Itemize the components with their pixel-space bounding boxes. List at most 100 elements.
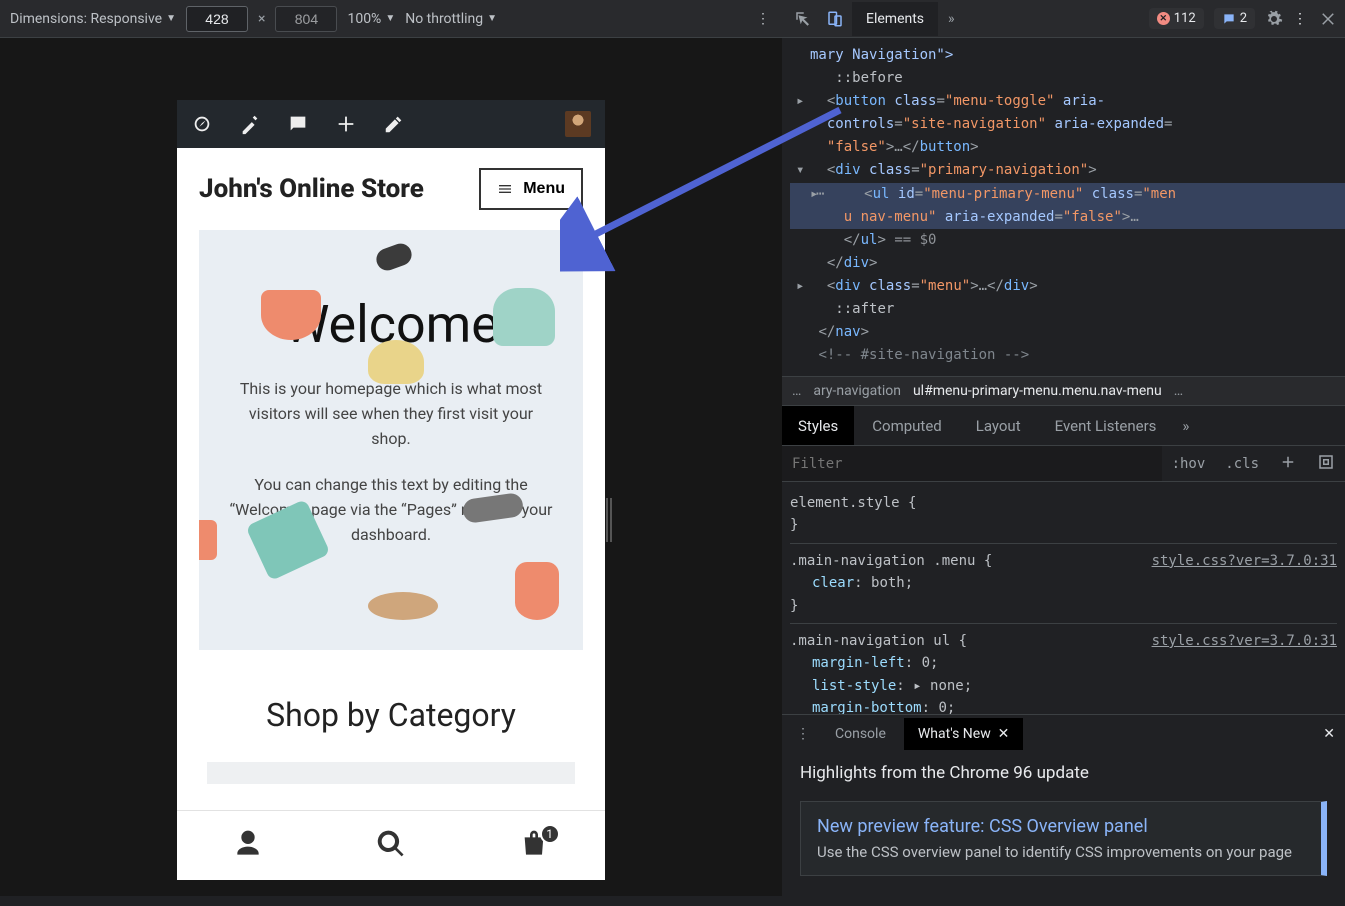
elements-tree[interactable]: mary Navigation"> ::before ▸ <button cla… [782,38,1345,376]
more-tabs-icon[interactable]: » [940,11,963,27]
toggle-device-button[interactable] [820,10,850,28]
tab-elements[interactable]: Elements [852,2,938,36]
css-val[interactable]: none [930,678,964,694]
decor-shirt2-icon [199,520,217,560]
chevron-down-icon: ▼ [166,13,176,24]
rule-source-link[interactable]: style.css?ver=3.7.0:31 [1152,550,1337,572]
mobile-bottom-nav: 1 [177,810,605,880]
dashboard-icon[interactable] [191,113,213,135]
menu-toggle-button[interactable]: Menu [479,168,583,210]
category-placeholder [207,762,575,784]
code-text: ::before [835,70,902,86]
tab-computed[interactable]: Computed [856,417,958,435]
width-input[interactable] [186,6,248,32]
edit-icon[interactable] [383,113,405,135]
breadcrumb-dots: … [792,383,801,399]
tab-whats-new[interactable]: What's New ✕ [904,718,1024,750]
breadcrumb-dots: … [1174,383,1183,399]
styles-pane[interactable]: element.style { } style.css?ver=3.7.0:31… [782,482,1345,714]
more-tabs-icon[interactable]: » [1174,417,1197,435]
issues-badge[interactable]: 2 [1214,8,1255,29]
account-button[interactable] [232,828,264,864]
site-header: John's Online Store Menu [177,148,605,230]
throttling-label: No throttling [405,11,483,27]
decor-sunglasses-icon [373,241,414,274]
dom-breadcrumb[interactable]: … ary-navigation ul#menu-primary-menu.me… [782,376,1345,406]
css-val[interactable]: 0 [938,700,946,714]
chevron-down-icon: ▼ [487,13,497,24]
throttling-dropdown[interactable]: No throttling ▼ [405,11,497,27]
drawer-menu[interactable]: ⋮ [790,726,817,742]
devtools-panel: Elements » ✕ 112 2 ⋮ mary Navigation"> :… [782,0,1345,906]
decor-cap-icon [368,340,424,384]
tab-console[interactable]: Console [821,718,900,750]
code-text: mary Navigation"> [810,47,953,63]
customize-icon[interactable] [239,113,261,135]
css-prop[interactable]: clear [812,575,854,591]
feature-title-link[interactable]: New preview feature: CSS Overview panel [817,816,1305,837]
dimensions-dropdown[interactable]: Dimensions: Responsive ▼ [10,11,176,27]
whatsnew-headline: Highlights from the Chrome 96 update [800,763,1327,783]
error-dot-icon: ✕ [1157,12,1170,25]
css-val[interactable]: 0 [922,655,930,671]
breadcrumb-seg[interactable]: ary-navigation [813,383,901,399]
zoom-dropdown[interactable]: 100% ▼ [347,11,395,27]
rule-source-link[interactable]: style.css?ver=3.7.0:31 [1152,630,1337,652]
hov-toggle[interactable]: :hov [1162,456,1216,472]
device-icon [826,10,844,28]
drawer-close-button[interactable]: ✕ [1323,726,1345,742]
brace-close: } [790,595,1337,617]
box-icon [1317,453,1335,471]
new-style-rule-button[interactable] [1269,453,1307,475]
box-model-toggle[interactable] [1307,453,1345,475]
height-input[interactable] [275,6,337,32]
menu-label: Menu [523,180,565,198]
styles-toolbar: :hov .cls [782,446,1345,482]
category-heading: Shop by Category [177,696,605,734]
device-toolbar: Dimensions: Responsive ▼ × 100% ▼ No thr… [0,0,782,38]
whats-new-label: What's New [918,726,991,742]
cls-toggle[interactable]: .cls [1215,456,1269,472]
devtools-drawer: ⋮ Console What's New ✕ ✕ Highlights from… [782,714,1345,906]
tab-layout[interactable]: Layout [960,417,1037,435]
inspect-icon [794,10,812,28]
breadcrumb-seg-selected[interactable]: ul#menu-primary-menu.menu.nav-menu [913,383,1162,399]
feature-desc: Use the CSS overview panel to identify C… [817,843,1305,861]
wp-admin-bar [177,100,605,148]
decor-jacket-icon [515,562,559,620]
search-icon [375,828,407,860]
resize-handle[interactable] [606,498,612,542]
site-title[interactable]: John's Online Store [199,174,424,204]
gear-icon[interactable] [1265,10,1283,28]
cart-button[interactable]: 1 [518,828,550,864]
css-prop[interactable]: margin-bottom [812,700,922,714]
rule-selector: .main-navigation .menu { [790,553,992,569]
kebab-menu[interactable]: ⋮ [1293,11,1309,27]
more-options-button[interactable]: ⋮ [756,11,772,27]
code-text: <!-- #site-navigation --> [818,347,1029,363]
avatar[interactable] [565,111,591,137]
rendered-page: John's Online Store Menu Welcome This is… [177,100,605,880]
search-button[interactable] [375,828,407,864]
issue-icon [1222,12,1236,26]
rule-selector: element.style { [790,495,916,511]
drawer-body: Highlights from the Chrome 96 update New… [782,753,1345,906]
css-prop[interactable]: margin-left [812,655,905,671]
add-icon[interactable] [335,113,357,135]
tab-event-listeners[interactable]: Event Listeners [1039,417,1173,435]
styles-filter-input[interactable] [782,446,1162,481]
hero-paragraph-1: This is your homepage which is what most… [229,377,553,451]
comments-icon[interactable] [287,113,309,135]
css-prop[interactable]: list-style [812,678,896,694]
errors-badge[interactable]: ✕ 112 [1149,8,1204,29]
issues-count: 2 [1240,11,1247,26]
hero-section: Welcome This is your homepage which is w… [199,230,583,650]
viewport: John's Online Store Menu Welcome This is… [0,38,782,896]
feature-card: New preview feature: CSS Overview panel … [800,801,1327,876]
close-icon[interactable] [1319,10,1337,28]
chevron-down-icon: ▼ [385,13,395,24]
inspect-element-button[interactable] [788,10,818,28]
tab-styles[interactable]: Styles [782,406,854,445]
css-val[interactable]: both [871,575,905,591]
errors-count: 112 [1174,11,1196,26]
